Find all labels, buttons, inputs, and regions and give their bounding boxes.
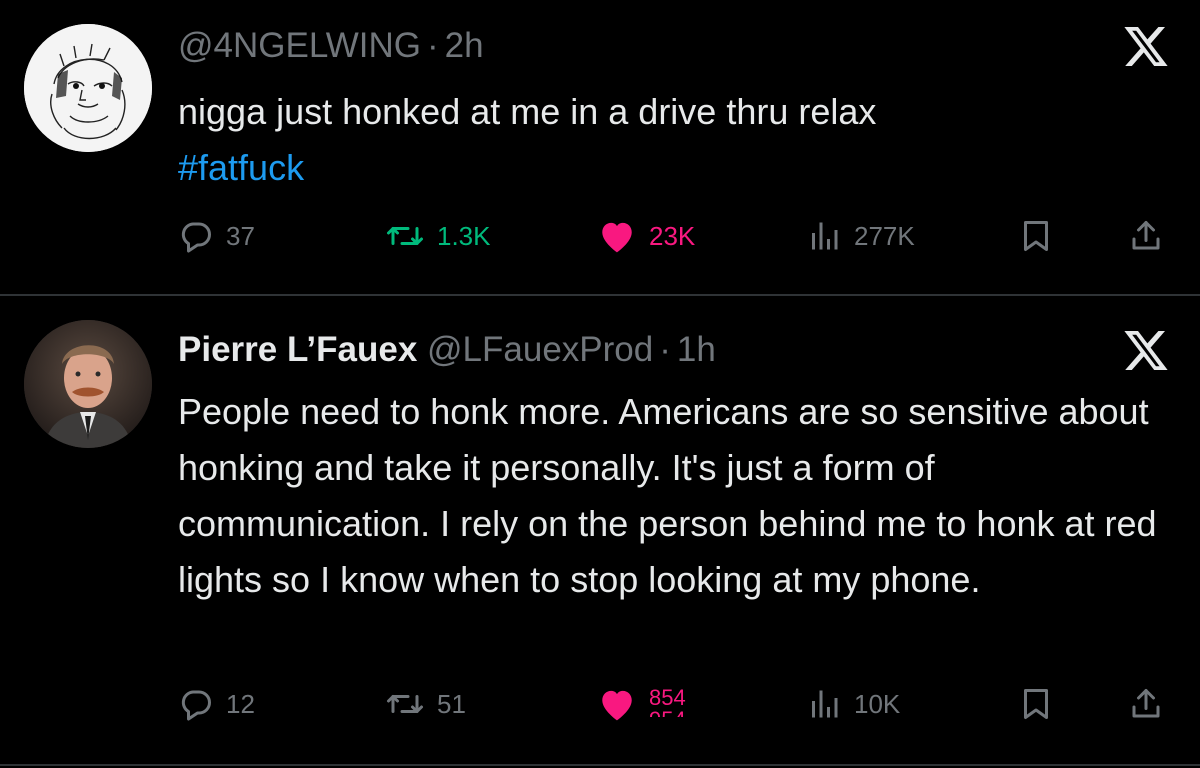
timeline-feed: @4NGELWING · 2h nigga just honked at me in…	[0, 0, 1200, 768]
tweet-header: @4NGELWING · 2h	[178, 24, 484, 68]
views-button[interactable]: 10K	[806, 680, 900, 728]
retweet-button[interactable]: 51	[385, 680, 466, 728]
display-name[interactable]: Pierre L’Fauex	[178, 330, 417, 369]
bookmark-button[interactable]	[1018, 212, 1054, 260]
user-handle[interactable]: @LFauexProd	[427, 330, 653, 369]
tweet-text: nigga just honked at me in a drive thru …	[178, 84, 1168, 196]
hashtag-link[interactable]: #fatfuck	[178, 147, 304, 188]
retweet-count: 51	[437, 688, 466, 719]
reply-count: 37	[226, 220, 255, 251]
retweet-button[interactable]: 1.3K	[385, 212, 491, 260]
tweet-actions: 37 1.3K 23K 277K	[0, 212, 1200, 260]
tweet-actions: 12 51 854 954	[0, 680, 1200, 728]
heart-icon	[602, 690, 632, 721]
retweet-icon	[387, 227, 423, 245]
tweet-body: nigga just honked at me in a drive thru …	[178, 91, 877, 132]
tweet-body: People need to honk more. Americans are …	[178, 391, 1157, 600]
views-icon	[812, 222, 838, 250]
x-logo-icon[interactable]	[1122, 326, 1170, 374]
views-count: 10K	[854, 688, 901, 719]
share-icon	[1132, 689, 1160, 718]
bookmark-icon	[1024, 689, 1048, 719]
like-button[interactable]: 854 954	[597, 680, 686, 728]
views-icon	[812, 690, 838, 718]
like-count-animating: 854 954	[649, 685, 686, 718]
tweet[interactable]: @4NGELWING · 2h nigga just honked at me in…	[0, 0, 1200, 296]
avatar-illustration	[24, 24, 152, 152]
views-count: 277K	[854, 220, 915, 251]
like-count: 23K	[649, 220, 696, 251]
bookmark-button[interactable]	[1018, 680, 1054, 728]
separator-dot: ·	[426, 26, 439, 65]
like-button[interactable]: 23K	[597, 212, 695, 260]
separator-dot: ·	[659, 330, 671, 369]
avatar[interactable]	[24, 320, 152, 448]
avatar-photo	[24, 320, 152, 448]
tweet-time[interactable]: 2h	[445, 26, 484, 65]
reply-icon	[181, 222, 211, 253]
reply-button[interactable]: 37	[178, 212, 255, 260]
tweet-time[interactable]: 1h	[677, 330, 716, 369]
user-handle[interactable]: @4NGELWING	[178, 26, 421, 65]
like-count-line: 954	[649, 709, 686, 717]
share-icon	[1132, 221, 1160, 250]
share-button[interactable]	[1128, 212, 1164, 260]
like-count-line: 854	[649, 685, 686, 710]
bookmark-icon	[1024, 221, 1048, 251]
tweet-header: Pierre L’Fauex @LFauexProd · 1h	[178, 328, 716, 372]
reply-button[interactable]: 12	[178, 680, 255, 728]
share-button[interactable]	[1128, 680, 1164, 728]
tweet[interactable]: Pierre L’Fauex @LFauexProd · 1h People nee…	[0, 296, 1200, 768]
reply-icon	[181, 690, 211, 721]
avatar[interactable]	[24, 24, 152, 152]
tweet-text: People need to honk more. Americans are …	[178, 384, 1168, 608]
heart-icon	[602, 222, 632, 253]
views-button[interactable]: 277K	[806, 212, 915, 260]
retweet-icon	[387, 695, 423, 713]
reply-count: 12	[226, 688, 255, 719]
tweet-divider	[0, 764, 1200, 766]
retweet-count: 1.3K	[437, 220, 491, 251]
x-logo-icon[interactable]	[1122, 22, 1170, 70]
